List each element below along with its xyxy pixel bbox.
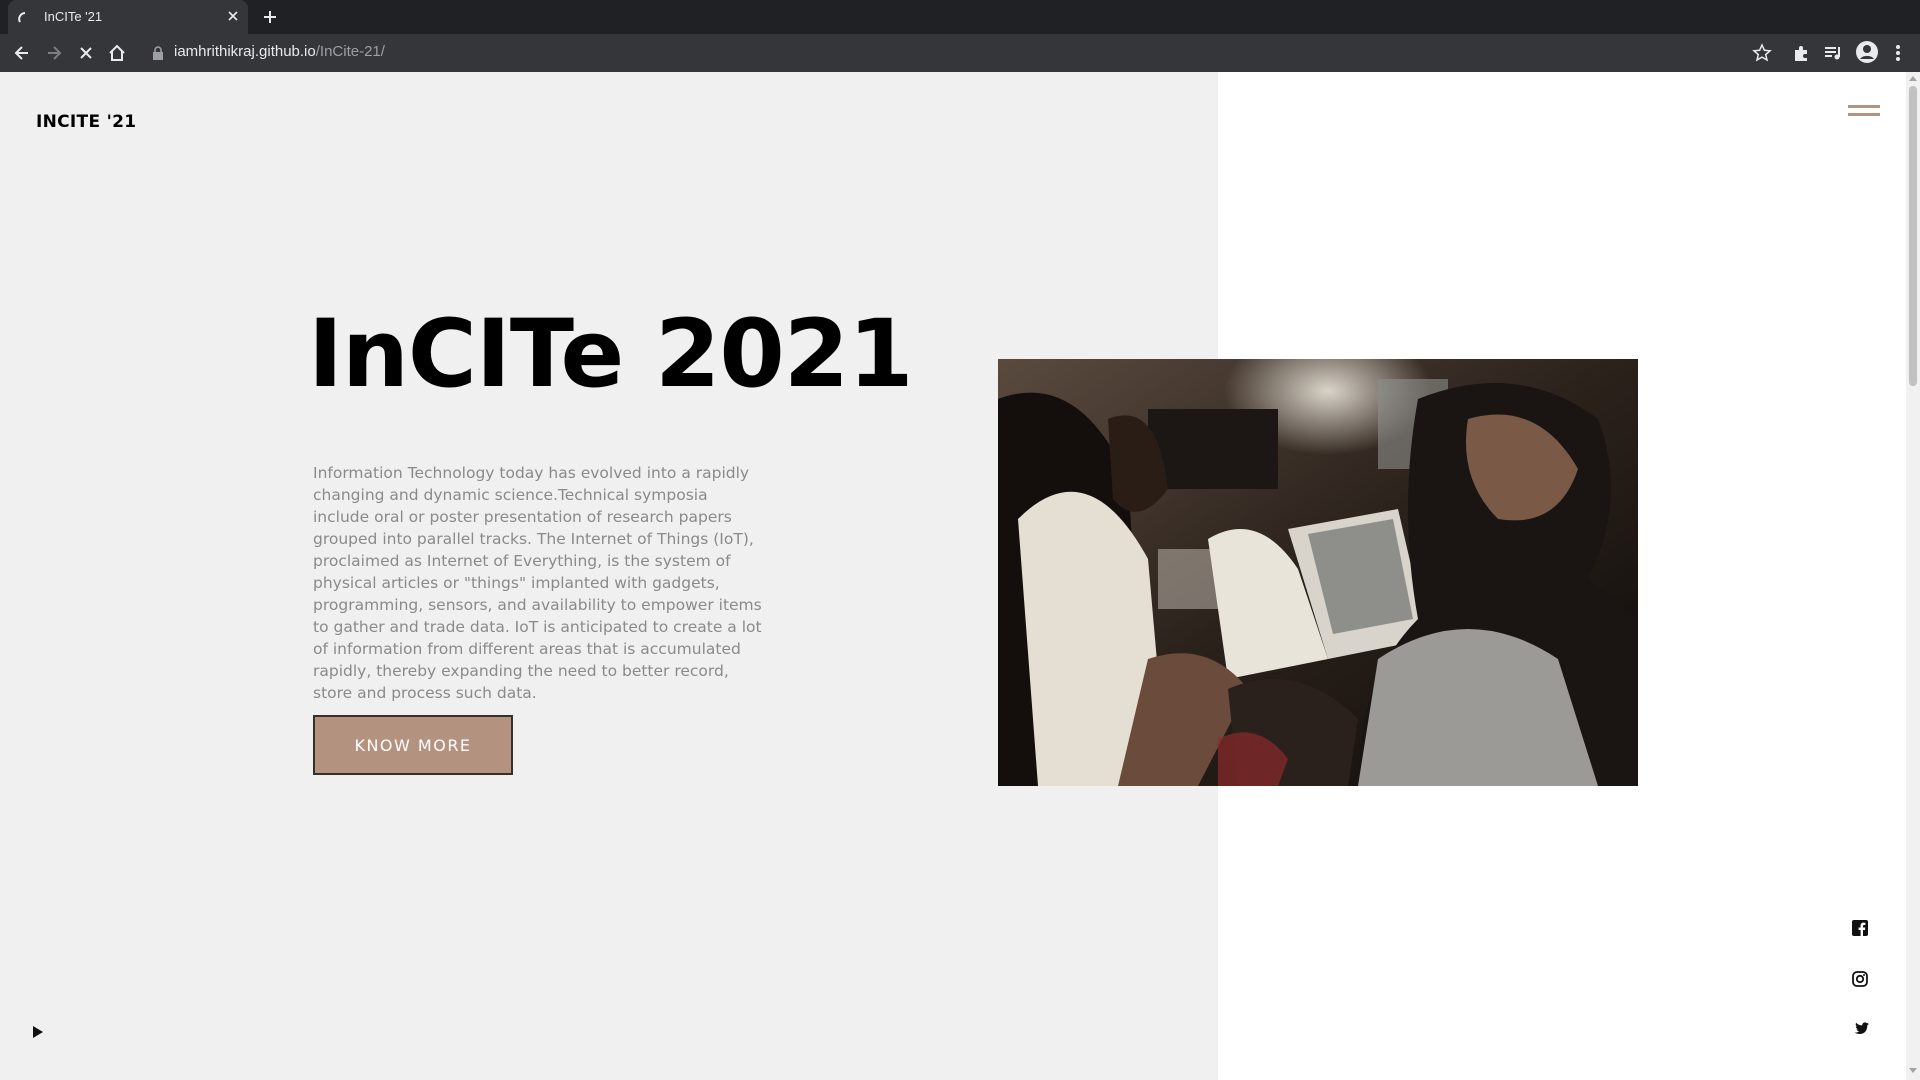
tab-title: InCITe '21	[44, 9, 103, 24]
hamburger-menu-icon[interactable]	[1848, 104, 1880, 118]
lock-icon[interactable]	[152, 46, 164, 60]
home-icon[interactable]	[107, 43, 127, 63]
browser-tab[interactable]: InCITe '21	[8, 0, 248, 34]
scroll-down-arrow-icon[interactable]	[1909, 1068, 1917, 1074]
hero-description: Information Technology today has evolved…	[313, 464, 762, 702]
browser-tab-bar: InCITe '21	[0, 0, 1920, 34]
profile-avatar-icon[interactable]	[1855, 40, 1879, 64]
site-logo[interactable]: INCITE '21	[36, 112, 136, 132]
address-bar[interactable]: iamhrithikraj.github.io/InCite-21/	[174, 43, 385, 60]
back-arrow-icon[interactable]	[12, 43, 32, 63]
media-queue-icon[interactable]	[1823, 43, 1843, 63]
twitter-icon[interactable]	[1852, 1022, 1869, 1036]
stop-loading-icon[interactable]	[76, 43, 96, 63]
url-path: /InCite-21/	[315, 43, 385, 60]
hero-title: InCITe 2021	[308, 300, 914, 409]
hero-photo	[998, 359, 1638, 786]
facebook-icon[interactable]	[1852, 920, 1868, 936]
instagram-icon[interactable]	[1852, 971, 1868, 987]
play-icon[interactable]	[32, 1025, 44, 1039]
page-scrollbar[interactable]	[1906, 72, 1920, 1080]
know-more-button[interactable]: KNOW MORE	[313, 715, 513, 775]
loading-spinner-icon	[18, 10, 32, 24]
scrollbar-thumb[interactable]	[1909, 86, 1917, 386]
new-tab-icon[interactable]	[262, 9, 278, 25]
extensions-puzzle-icon[interactable]	[1791, 43, 1811, 63]
browser-toolbar: iamhrithikraj.github.io/InCite-21/	[0, 34, 1920, 72]
url-domain: iamhrithikraj.github.io	[174, 43, 316, 60]
close-icon[interactable]	[226, 9, 240, 23]
scroll-up-arrow-icon[interactable]	[1909, 75, 1917, 81]
more-vertical-icon[interactable]	[1888, 43, 1908, 63]
forward-arrow-icon[interactable]	[44, 43, 64, 63]
bookmark-star-icon[interactable]	[1752, 43, 1772, 63]
web-page: INCITE '21 InCITe 2021 Information Techn…	[0, 72, 1920, 1080]
